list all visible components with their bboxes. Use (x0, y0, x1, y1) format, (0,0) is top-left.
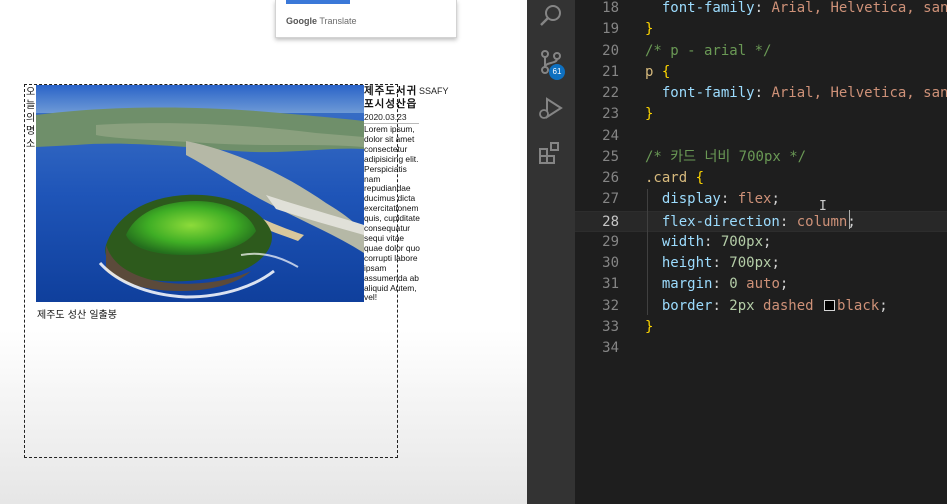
card-info-column: 제주도서귀포시성산읍 2020.03.23 Lorem ipsum, dolor… (364, 85, 420, 303)
code-line[interactable]: 20 /* p - arial */ (575, 41, 947, 62)
ssafy-label: SSAFY (419, 86, 449, 96)
line-code: height: 700px; (661, 255, 780, 271)
code-line[interactable]: 32 border: 2px dashed black; (575, 296, 947, 317)
line-number: 24 (602, 127, 619, 144)
line-code: /* p - arial */ (645, 42, 772, 59)
line-code: display: flex; (661, 191, 780, 208)
line-code: .card { (645, 170, 705, 186)
line-code: p { (645, 63, 671, 80)
line-code: font-family: Arial, Helvetica, san (661, 85, 947, 101)
line-number: 25 (602, 148, 619, 165)
google-translate-logo: Google Translate (286, 16, 357, 26)
line-number: 22 (602, 85, 619, 101)
extensions-icon[interactable] (537, 140, 565, 168)
code-line[interactable]: 25 /* 카드 너비 700px */ (575, 147, 947, 168)
line-number: 20 (602, 42, 619, 59)
card: 오늘의명소 제주도 성산 일출봉 제주도서귀포시성산읍 2020.03.23 L… (24, 84, 420, 458)
line-code: border: 2px dashed black; (661, 297, 888, 314)
line-number: 28 (602, 213, 619, 230)
code-line[interactable]: 21 p { (575, 62, 947, 83)
scm-badge: 61 (549, 64, 565, 80)
line-code: } (645, 21, 654, 38)
line-code: margin: 0 auto; (661, 276, 789, 293)
browser-preview: Google Translate 오늘의명소 제주도 성산 일출봉 제주도서귀포… (0, 0, 527, 504)
line-code: width: 700px; (661, 233, 772, 250)
card-photo (36, 85, 364, 302)
code-line[interactable]: 27 display: flex; (575, 189, 947, 210)
line-number: 29 (602, 233, 619, 250)
code-line[interactable]: 22 font-family: Arial, Helvetica, san (575, 83, 947, 104)
line-number: 34 (602, 340, 619, 356)
code-line[interactable]: 26 .card { (575, 168, 947, 189)
indent-guide (647, 189, 648, 315)
line-number: 19 (602, 21, 619, 38)
line-number: 30 (602, 255, 619, 271)
mouse-ibeam-cursor: I (819, 199, 827, 214)
code-line[interactable]: 29 width: 700px; (575, 232, 947, 253)
line-code: flex-direction: column; (661, 213, 856, 230)
line-code: } (645, 106, 654, 123)
code-line[interactable]: 18 font-family: Arial, Helvetica, san (575, 0, 947, 19)
seongsan-ilchulbong-photo (36, 85, 364, 302)
search-icon[interactable] (537, 2, 565, 30)
line-number: 32 (602, 297, 619, 314)
line-number: 27 (602, 191, 619, 208)
code-line[interactable]: 31 margin: 0 auto; (575, 274, 947, 295)
code-line[interactable]: 19} (575, 19, 947, 40)
code-line[interactable]: 24 (575, 126, 947, 147)
translate-button[interactable] (286, 0, 350, 4)
line-number: 21 (602, 63, 619, 80)
line-number: 26 (602, 170, 619, 186)
line-number: 18 (602, 0, 619, 16)
line-code: /* 카드 너비 700px */ (645, 148, 807, 165)
code-line[interactable]: 33} (575, 317, 947, 338)
line-number: 23 (602, 106, 619, 123)
post-date: 2020.03.23 (364, 112, 419, 124)
code-line[interactable]: 23} (575, 104, 947, 125)
run-debug-icon[interactable] (537, 94, 565, 122)
code-line[interactable]: 34 (575, 338, 947, 359)
code-line[interactable]: 28 flex-direction: column; (575, 210, 947, 232)
code-line[interactable]: 30 height: 700px; (575, 253, 947, 274)
code-editor[interactable]: 18 font-family: Arial, Helvetica, san 19}… (575, 0, 947, 504)
photo-caption: 제주도 성산 일출봉 (37, 310, 117, 321)
google-translate-popup[interactable]: Google Translate (275, 0, 457, 38)
line-number: 33 (602, 318, 619, 335)
line-code: } (645, 318, 654, 335)
lorem-text: Lorem ipsum, dolor sit amet consectetur … (364, 124, 420, 303)
text-caret (849, 210, 850, 229)
line-number: 31 (602, 276, 619, 293)
location-title: 제주도서귀포시성산읍 (364, 85, 418, 110)
line-code: font-family: Arial, Helvetica, san (661, 0, 947, 16)
